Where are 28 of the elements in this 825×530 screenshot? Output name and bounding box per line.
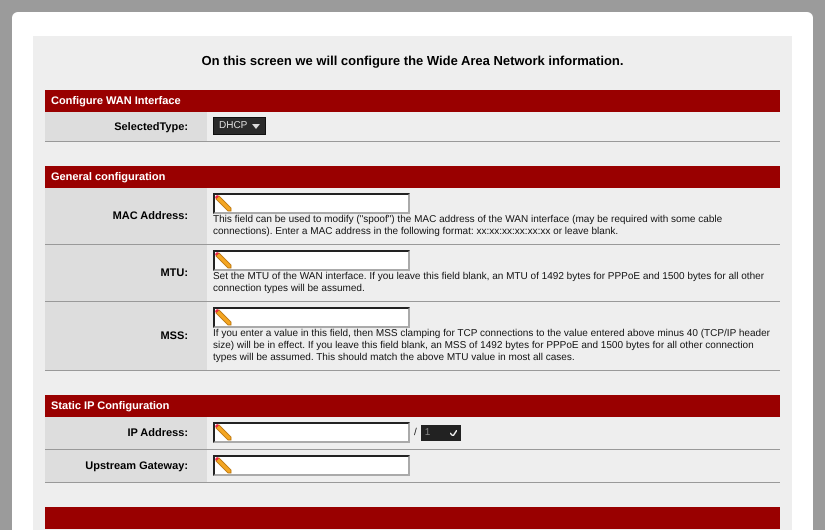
section-header: General configuration xyxy=(45,166,780,188)
input-field[interactable] xyxy=(213,455,410,476)
section-header: Static IP Configuration xyxy=(45,395,780,417)
field-label: MSS: xyxy=(45,302,207,370)
help-text: Set the MTU of the WAN interface. If you leave this field blank, an MTU of 1492 bytes for PPPoE and 1500 bytes for all other connection types will be assumed. xyxy=(213,271,766,295)
input-field[interactable] xyxy=(213,307,410,328)
help-text: This field can be used to modify ("spoof") the MAC address of the WAN interface (may be required with some cable connections). Enter a MAC address in the following format: xx:xx:xx:xx:xx:xx or leave blank. xyxy=(213,214,724,238)
input-field[interactable] xyxy=(213,250,410,271)
field-label: IP Address: xyxy=(45,417,207,449)
input-field[interactable] xyxy=(213,422,410,443)
input-field[interactable] xyxy=(213,193,410,214)
pencil-icon xyxy=(215,252,232,269)
pencil-icon xyxy=(215,195,232,212)
field-label: Upstream Gateway: xyxy=(45,450,207,482)
slash-separator: / xyxy=(414,426,417,438)
pencil-icon xyxy=(215,309,232,326)
page-heading: On this screen we will configure the Wide Area Network information. xyxy=(200,52,624,70)
pencil-icon xyxy=(215,457,232,474)
section-header: Configure WAN Interface xyxy=(45,90,780,112)
caret-icon xyxy=(252,124,260,128)
field-label: MAC Address: xyxy=(45,188,207,244)
field-label: MTU: xyxy=(45,245,207,301)
pencil-icon xyxy=(215,424,232,441)
subnet-select[interactable]: 1 xyxy=(420,424,461,440)
help-text: If you enter a value in this field, then MSS clamping for TCP connections to the value entered above minus 40 (TCP/IP header size) will be in effect. If you leave this field blank, an MSS of 1492 bytes for PPPoE and 1500 bytes for all other connection types will be assumed. This should match the above MTU value in most all cases. xyxy=(213,328,771,364)
field-label: SelectedType: xyxy=(45,112,207,141)
check-icon xyxy=(450,430,457,436)
type-select[interactable]: DHCP xyxy=(213,117,266,135)
